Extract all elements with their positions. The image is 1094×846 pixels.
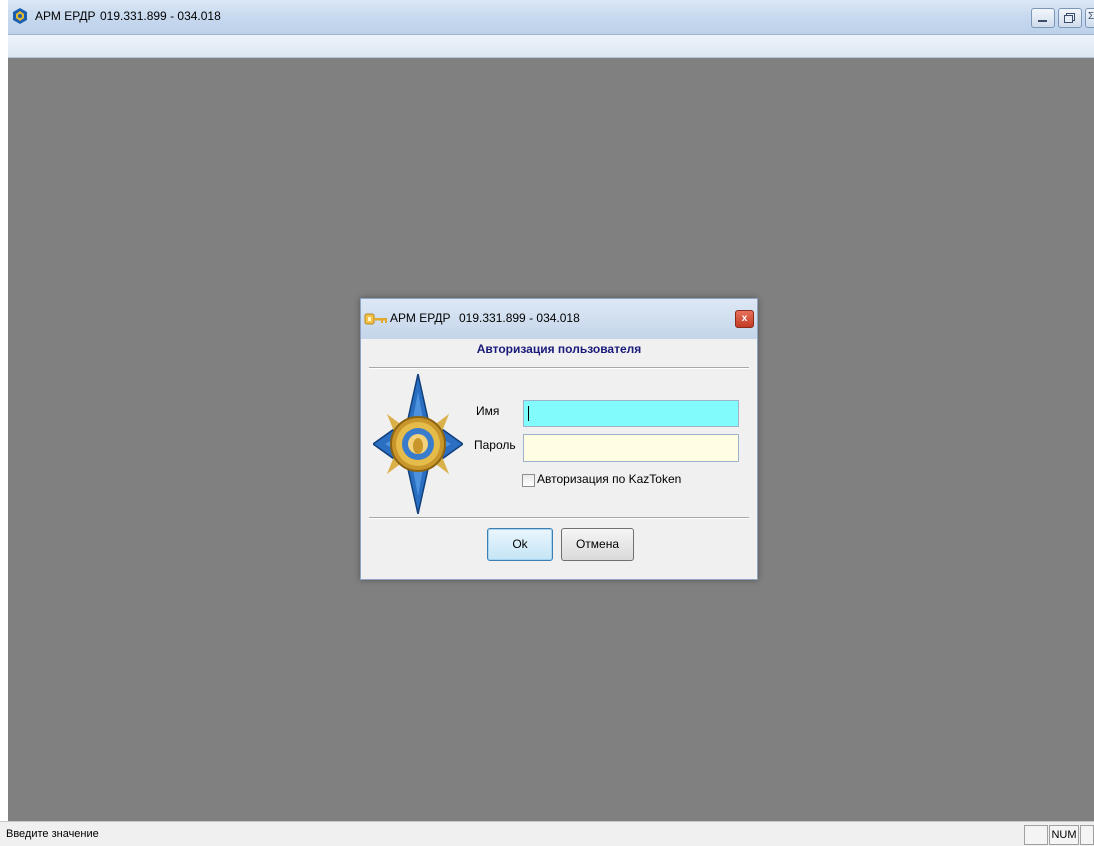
status-cell-empty [1024, 825, 1048, 845]
app-emblem-icon [13, 8, 27, 24]
password-input[interactable] [523, 434, 739, 462]
text-cursor [528, 406, 529, 421]
num-indicator: NUM [1049, 825, 1079, 845]
dialog-titlebar[interactable]: АРМ ЕРДР 019.331.899 - 034.018 x [361, 299, 757, 339]
prosecutor-emblem-logo [373, 374, 463, 514]
main-window-titlebar[interactable]: АРМ ЕРДР 019.331.899 - 034.018 Σ [8, 0, 1094, 35]
dialog-title: АРМ ЕРДР [390, 311, 451, 325]
password-label: Пароль [474, 438, 516, 452]
name-input[interactable] [523, 400, 739, 427]
restore-button[interactable] [1058, 8, 1082, 28]
dialog-close-button[interactable]: x [735, 310, 754, 328]
kaztoken-checkbox[interactable] [522, 474, 535, 487]
cancel-button[interactable]: Отмена [561, 528, 634, 561]
key-icon [364, 313, 387, 325]
kaztoken-label[interactable]: Авторизация по KazToken [537, 472, 681, 486]
close-button[interactable]: Σ [1085, 8, 1094, 28]
window-controls: Σ [1031, 8, 1094, 28]
status-text: Введите значение [6, 828, 99, 840]
menu-bar [8, 35, 1094, 58]
minimize-icon [1038, 20, 1047, 22]
separator-bottom [369, 517, 749, 519]
status-cell-scroll [1080, 825, 1094, 845]
app-version: 019.331.899 - 034.018 [100, 9, 221, 23]
name-label: Имя [476, 404, 500, 418]
app-title: АРМ ЕРДР [35, 9, 96, 23]
close-icon: Σ [1088, 11, 1094, 22]
left-edge [0, 0, 8, 845]
restore-icon-back [1064, 15, 1073, 23]
close-icon: x [741, 313, 748, 324]
login-dialog: АРМ ЕРДР 019.331.899 - 034.018 x Авториз… [360, 298, 758, 580]
dialog-version: 019.331.899 - 034.018 [459, 311, 580, 325]
status-bar: Введите значение NUM [0, 821, 1094, 846]
separator-top [369, 367, 749, 369]
minimize-button[interactable] [1031, 8, 1055, 28]
dialog-heading: Авторизация пользователя [476, 342, 642, 356]
ok-button[interactable]: Ok [487, 528, 553, 561]
